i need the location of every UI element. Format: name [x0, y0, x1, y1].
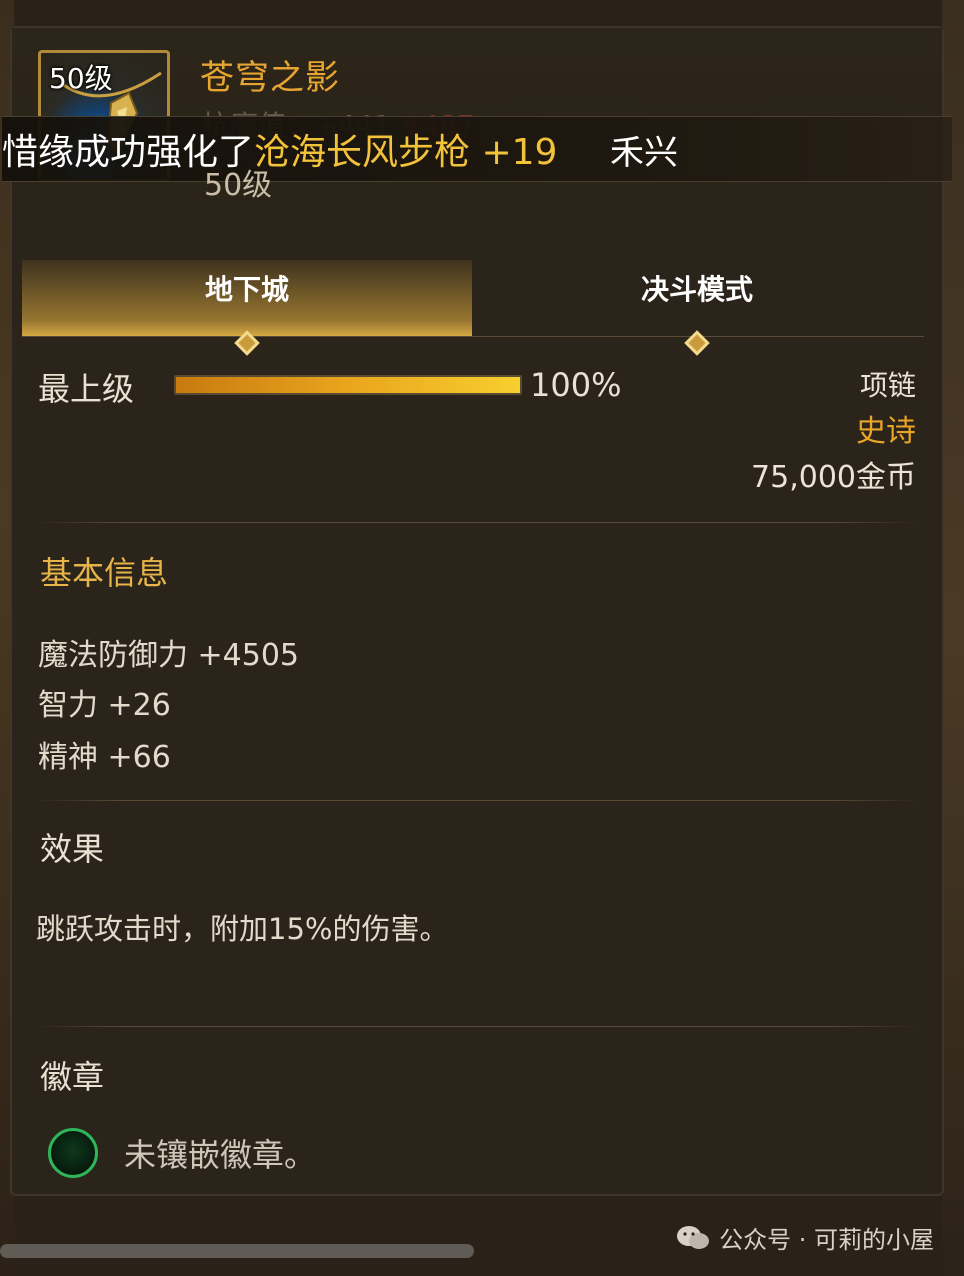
badge-title: 徽章: [40, 1058, 105, 1096]
watermark-text: 公众号 · 可莉的小屋: [719, 1226, 934, 1254]
divider: [34, 1026, 920, 1027]
grade-progress-bar: [174, 375, 522, 395]
mode-tabs: 地下城 决斗模式: [22, 260, 924, 356]
background-right-edge: [942, 0, 964, 1276]
watermark: 公众号 · 可莉的小屋: [675, 1220, 934, 1255]
tab-duel-label: 决斗模式: [640, 273, 753, 306]
grade-label: 最上级: [38, 370, 135, 408]
effect-title: 效果: [40, 830, 105, 868]
stat-spirit: 精神 +66: [38, 740, 171, 775]
wechat-icon: [677, 1225, 710, 1249]
item-name: 苍穹之影: [200, 58, 340, 98]
divider: [34, 800, 920, 801]
item-price: 75,000金币: [751, 460, 916, 495]
tooltip-header: 50级 苍穹之影 抗魔值：+441 ▼487 惜缘成功强化了沧海长风步枪 +19…: [2, 28, 952, 224]
item-rarity: 史诗: [856, 414, 916, 449]
basic-info-title: 基本信息: [40, 554, 169, 592]
badge-status-text: 未镶嵌徽章。: [124, 1136, 317, 1174]
system-broadcast-banner: 惜缘成功强化了沧海长风步枪 +19 禾兴: [2, 116, 952, 182]
tab-dungeon[interactable]: 地下城: [22, 260, 472, 356]
grade-progress-fill: [176, 377, 520, 393]
broadcast-message: 惜缘成功强化了沧海长风步枪 +19: [2, 123, 557, 175]
item-type: 项链: [859, 369, 916, 402]
tab-indicator-icon: [684, 330, 710, 356]
tab-indicator-icon: [234, 330, 260, 356]
horizontal-scrollbar[interactable]: [0, 1244, 474, 1258]
badge-slot-icon[interactable]: [48, 1128, 98, 1178]
tab-duel-mode[interactable]: 决斗模式: [472, 260, 922, 356]
stat-intelligence: 智力 +26: [38, 688, 171, 723]
item-level-badge: 50级: [49, 62, 113, 95]
item-level-requirement: 50级: [204, 168, 273, 203]
broadcast-item-name: 沧海长风步枪 +19: [254, 132, 558, 173]
divider: [34, 522, 920, 523]
effect-description: 跳跃攻击时，附加15%的伤害。: [36, 912, 449, 946]
tab-dungeon-label: 地下城: [204, 273, 289, 306]
stat-magic-defense: 魔法防御力 +4505: [38, 638, 300, 673]
broadcast-tail: 禾兴: [610, 133, 678, 173]
grade-percent: 100%: [530, 366, 622, 404]
item-tooltip-panel: 50级 苍穹之影 抗魔值：+441 ▼487 惜缘成功强化了沧海长风步枪 +19…: [2, 26, 952, 1196]
